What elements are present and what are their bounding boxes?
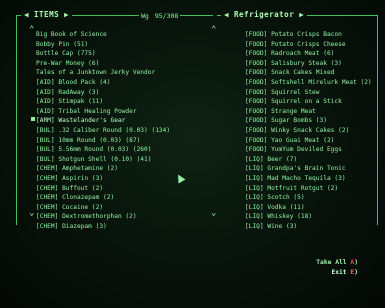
inventory-item-row[interactable]: [BUL] .32 Caliber Round (0.03) (134) (17, 126, 213, 136)
container-item-row[interactable]: [FOOD] Snack Cakes Mixed (217, 68, 377, 78)
inventory-item-row[interactable]: [AID] RadAway (3) (17, 88, 213, 98)
inventory-item-row[interactable]: [CHEM] Cocaine (2) (17, 203, 213, 213)
container-item-row[interactable]: [LIQ] Whiskey (18) (217, 212, 377, 222)
chevron-right-icon: ▶ (299, 10, 305, 19)
scroll-down-icon[interactable]: ⌄ (211, 209, 216, 218)
inventory-item-row[interactable]: [AID] Stimpak (11) (17, 97, 213, 107)
inventory-item-row[interactable]: [CHEM] Amphetamine (2) (17, 164, 213, 174)
weight-readout: Wg 95/308 (139, 12, 181, 20)
inventory-item-row[interactable]: [BUL] 5.56mm Round (0.03) (260) (17, 145, 213, 155)
container-item-row[interactable]: [FOOD] Squirrel on a Stick (217, 97, 377, 107)
inventory-item-row[interactable]: Bottle Cap (775) (17, 49, 213, 59)
inventory-item-row[interactable]: Tales of a Junktown Jerky Vendor (17, 68, 213, 78)
inventory-item-row[interactable]: [CHEM] Buffout (2) (17, 184, 213, 194)
items-panel: ◀ ITEMS ▶ Wg 95/308 ⌃ ⌄ Big Book of Scien… (16, 10, 213, 230)
chevron-left-icon: ◀ (24, 10, 30, 19)
container-item-row[interactable]: [LIQ] Beer (7) (217, 155, 377, 165)
container-title: ◀ Refrigerator ▶ (221, 10, 308, 19)
container-item-row[interactable]: [LIQ] Grandpa's Brain Tonic (217, 164, 377, 174)
exit-button[interactable]: Exit E) (331, 269, 358, 276)
items-title: ◀ ITEMS ▶ (21, 10, 73, 19)
container-list: [FOOD] Potato Crisps Bacon [FOOD] Potato … (217, 30, 377, 231)
inventory-item-row[interactable]: [CHEM] Clonazepam (2) (17, 193, 213, 203)
inventory-item-row[interactable]: [BUL] Shotgun Shell (0.10) (41) (17, 155, 213, 165)
exit-label: Exit (331, 269, 347, 276)
container-item-row[interactable]: [FOOD] Strange Meat (217, 107, 377, 117)
chevron-left-icon: ◀ (224, 10, 230, 19)
container-item-row[interactable]: [FOOD] Yao Guai Meat (2) (217, 136, 377, 146)
container-item-row[interactable]: [FOOD] YumYum Deviled Eggs (217, 145, 377, 155)
items-title-text: ITEMS (34, 10, 60, 19)
container-item-row[interactable]: [FOOD] Radroach Meat (6) (217, 49, 377, 59)
container-item-row[interactable]: [LIQ] Mad Macho Tequila (3) (217, 174, 377, 184)
inventory-item-row[interactable]: [AID] Tribal Healing Powder (17, 107, 213, 117)
weight-value: 95/308 (154, 12, 179, 20)
take-all-key: A (350, 259, 355, 266)
chevron-right-icon: ▶ (64, 10, 70, 19)
weight-label: Wg (141, 12, 149, 20)
inventory-item-row[interactable]: [AID] Blood Pack (4) (17, 78, 213, 88)
container-item-row[interactable]: [LIQ] Wine (3) (217, 222, 377, 232)
container-item-row[interactable]: [FOOD] Sugar Bombs (3) (217, 116, 377, 126)
container-item-row[interactable]: [FOOD] Winky Snack Cakes (2) (217, 126, 377, 136)
exit-key: E (350, 269, 355, 276)
take-all-button[interactable]: Take All A) (316, 259, 358, 266)
container-item-row[interactable]: [LIQ] Motfruit Rotgut (2) (217, 184, 377, 194)
container-item-row[interactable]: [FOOD] Salisbury Steak (3) (217, 59, 377, 69)
container-title-text: Refrigerator (234, 10, 295, 19)
container-item-row[interactable]: [FOOD] Potato Crisps Cheese (217, 40, 377, 50)
container-panel: ◀ Refrigerator ▶ ⌃ ⌄ [FOOD] Potato Crisp… (211, 10, 378, 230)
inventory-item-row[interactable]: [ARM] Wastelander's Gear (17, 116, 213, 126)
inventory-item-row[interactable]: [CHEM] Diazepam (3) (17, 222, 213, 232)
container-item-row[interactable]: [FOOD] Squirrel Stew (217, 88, 377, 98)
inventory-item-row[interactable]: [BUL] 10mm Round (0.03) (87) (17, 136, 213, 146)
inventory-item-row[interactable]: Bobby Pin (51) (17, 40, 213, 50)
take-all-label: Take All (316, 259, 347, 266)
scroll-up-icon[interactable]: ⌃ (211, 26, 216, 35)
container-item-row[interactable]: [LIQ] Vodka (11) (217, 203, 377, 213)
inventory-item-row[interactable]: Pre-War Money (6) (17, 59, 213, 69)
inventory-item-row[interactable]: Big Book of Science (17, 30, 213, 40)
container-item-row[interactable]: [FOOD] Potato Crisps Bacon (217, 30, 377, 40)
items-list: Big Book of Science Bobby Pin (51) Bottle … (17, 30, 213, 231)
inventory-item-row[interactable]: [CHEM] Dextromethorphan (2) (17, 212, 213, 222)
container-item-row[interactable]: [FOOD] Softshell Mirelurk Meat (2) (217, 78, 377, 88)
container-item-row[interactable]: [LIQ] Scotch (5) (217, 193, 377, 203)
